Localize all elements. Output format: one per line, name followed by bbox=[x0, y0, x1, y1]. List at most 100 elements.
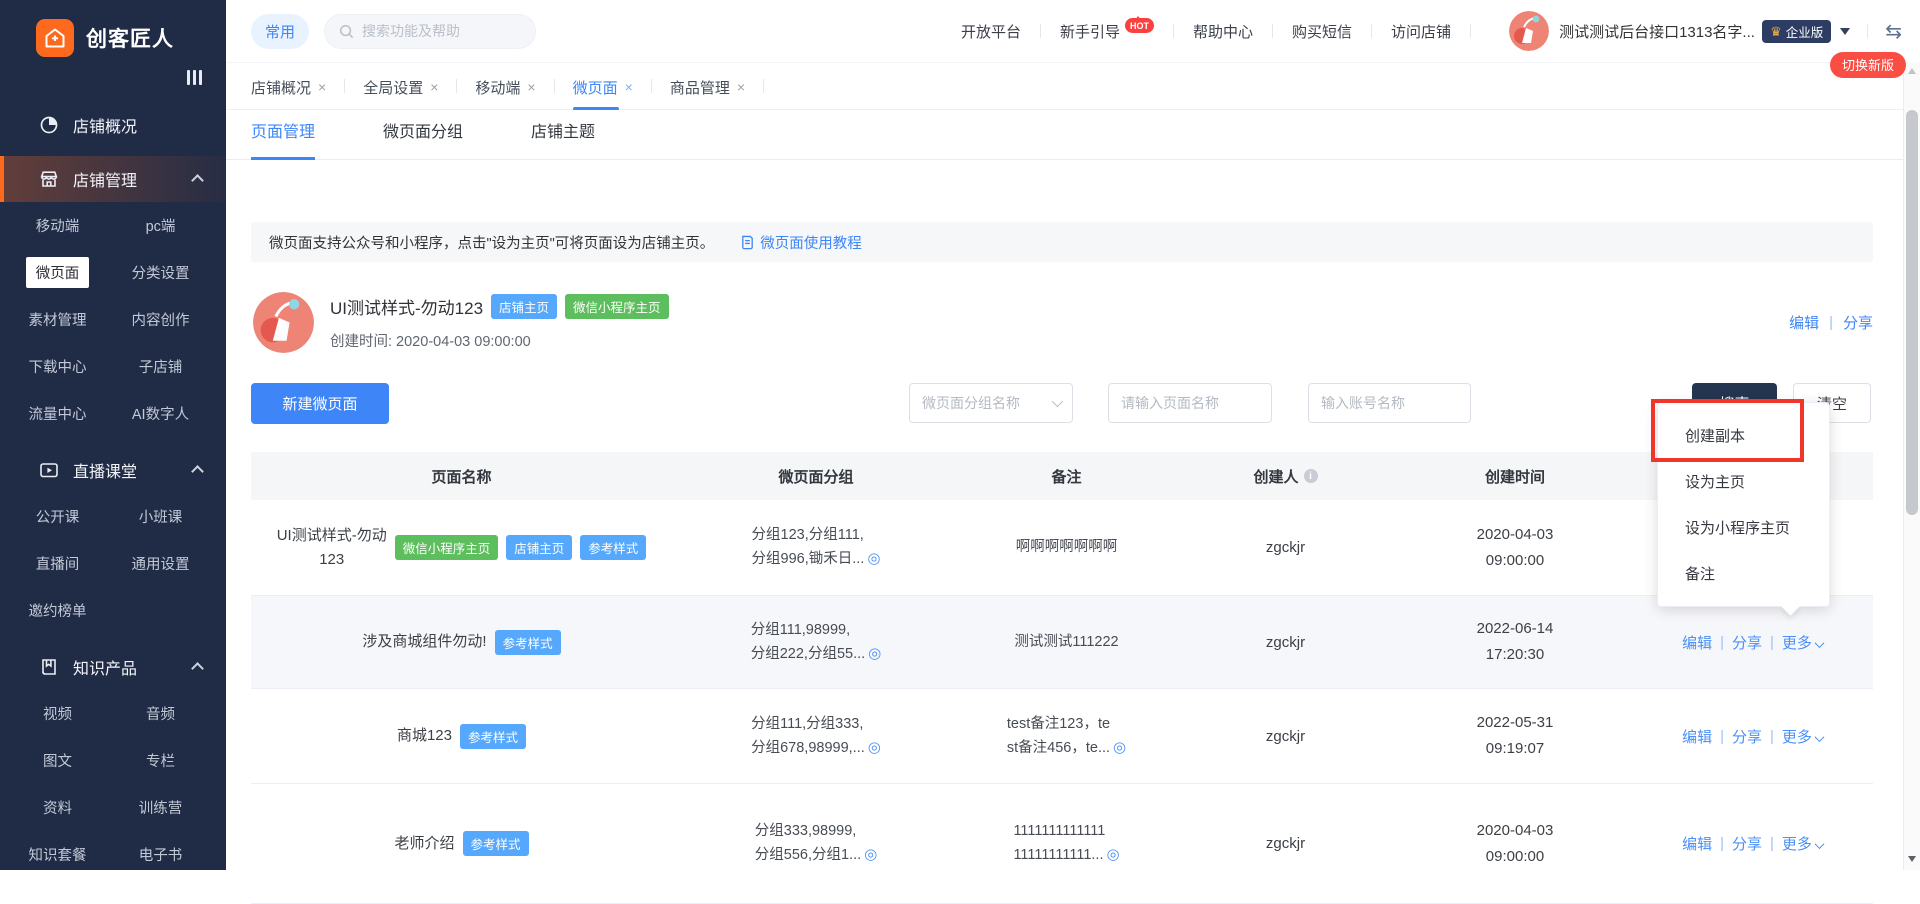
subtab-1[interactable]: 微页面分组 bbox=[383, 118, 463, 160]
collapse-sidebar-icon[interactable] bbox=[0, 60, 226, 94]
sidebar-group-1[interactable]: 店铺管理 bbox=[0, 156, 226, 202]
user-avatar[interactable] bbox=[1509, 11, 1549, 51]
search-input[interactable] bbox=[362, 23, 512, 39]
share-link[interactable]: 分享 bbox=[1732, 726, 1762, 747]
sidebar-group-3[interactable]: 知识产品 bbox=[0, 644, 226, 690]
sidebar-subitem[interactable]: 音频 bbox=[109, 690, 212, 737]
view-icon[interactable]: ◎ bbox=[867, 550, 880, 567]
tab-1[interactable]: 全局设置 × bbox=[363, 63, 438, 109]
chevron-down-icon[interactable] bbox=[1840, 28, 1850, 35]
chevron-up-icon[interactable] bbox=[191, 174, 204, 187]
scroll-down-arrow-icon[interactable] bbox=[1908, 856, 1916, 862]
sidebar-subitem[interactable]: pc端 bbox=[109, 202, 212, 249]
topbar-link-4[interactable]: 访问店铺 bbox=[1391, 21, 1451, 42]
page-root: 创客匠人 店铺概况店铺管理移动端pc端微页面分类设置素材管理内容创作下载中心子店… bbox=[0, 0, 1920, 870]
column-header-label: 创建人 bbox=[1253, 466, 1298, 487]
view-icon[interactable]: ◎ bbox=[864, 846, 877, 863]
more-link[interactable]: 更多 bbox=[1782, 726, 1823, 747]
sidebar-subitem[interactable]: 微页面 bbox=[6, 249, 109, 296]
share-homepage-link[interactable]: 分享 bbox=[1843, 312, 1873, 333]
sidebar-submenu: 视频音频图文专栏资料训练营知识套餐电子书 bbox=[0, 690, 226, 880]
pie-chart-icon bbox=[38, 114, 60, 136]
view-icon[interactable]: ◎ bbox=[868, 739, 881, 756]
tab-3[interactable]: 微页面× bbox=[573, 63, 633, 109]
close-icon[interactable]: × bbox=[625, 79, 633, 95]
menu-item-3[interactable]: 备注 bbox=[1658, 550, 1829, 596]
edit-link[interactable]: 编辑 bbox=[1682, 833, 1712, 854]
sidebar-subitem[interactable]: 专栏 bbox=[109, 737, 212, 784]
sidebar-subitem[interactable]: 子店铺 bbox=[109, 343, 212, 390]
sidebar-subitem[interactable]: 视频 bbox=[6, 690, 109, 737]
scroll-up-arrow-icon[interactable] bbox=[1908, 68, 1916, 74]
group-filter-select[interactable]: 微页面分组名称 bbox=[909, 383, 1073, 423]
sidebar-subitem[interactable]: 知识套餐 bbox=[6, 831, 109, 878]
user-menu[interactable]: 测试测试后台接口1313名字... ♛ 企业版 bbox=[1509, 11, 1850, 51]
tutorial-link[interactable]: 微页面使用教程 bbox=[740, 232, 862, 253]
switch-account-icon[interactable]: ⇆ bbox=[1885, 19, 1902, 44]
tab-2[interactable]: 移动端× bbox=[475, 63, 535, 109]
table-header: 页面名称微页面分组备注创建人i创建时间操作 bbox=[251, 452, 1873, 500]
sidebar-subitem[interactable]: 公开课 bbox=[6, 493, 109, 540]
menu-item-0[interactable]: 创建副本 bbox=[1658, 412, 1829, 458]
sidebar-subitem[interactable]: 资料 bbox=[6, 784, 109, 831]
share-link[interactable]: 分享 bbox=[1732, 833, 1762, 854]
subtab-2[interactable]: 店铺主题 bbox=[531, 118, 595, 160]
sidebar-subitem[interactable]: 邀约榜单 bbox=[6, 587, 109, 634]
cell-note: 111111111111111111111111...◎ bbox=[960, 820, 1173, 867]
scrollbar[interactable] bbox=[1903, 62, 1920, 870]
switch-new-version-button[interactable]: 切换新版 bbox=[1830, 52, 1906, 78]
quick-access-tab[interactable]: 常用 bbox=[251, 14, 309, 49]
sidebar-subitem[interactable]: 小班课 bbox=[109, 493, 212, 540]
group-line: 分组333,98999, bbox=[755, 820, 877, 843]
chevron-up-icon[interactable] bbox=[191, 465, 204, 478]
divider bbox=[1371, 24, 1372, 38]
divider bbox=[651, 79, 652, 93]
menu-item-2[interactable]: 设为小程序主页 bbox=[1658, 504, 1829, 550]
sidebar-subitem[interactable]: 内容创作 bbox=[109, 296, 212, 343]
create-micropage-button[interactable]: 新建微页面 bbox=[251, 383, 389, 424]
more-link[interactable]: 更多 bbox=[1782, 833, 1823, 854]
close-icon[interactable]: × bbox=[318, 79, 326, 95]
close-icon[interactable]: × bbox=[527, 79, 535, 95]
sidebar-subitem[interactable]: 移动端 bbox=[6, 202, 109, 249]
chevron-up-icon[interactable] bbox=[191, 662, 204, 675]
sidebar-subitem[interactable]: AI数字人 bbox=[109, 390, 212, 437]
sidebar-subitem[interactable]: 素材管理 bbox=[6, 296, 109, 343]
sidebar-subitem[interactable]: 直播间 bbox=[6, 540, 109, 587]
close-icon[interactable]: × bbox=[430, 79, 438, 95]
sidebar-subitem[interactable]: 通用设置 bbox=[109, 540, 212, 587]
edit-homepage-link[interactable]: 编辑 bbox=[1789, 312, 1819, 333]
user-name[interactable]: 测试测试后台接口1313名字... bbox=[1559, 21, 1754, 42]
sidebar-group-2[interactable]: 直播课堂 bbox=[0, 447, 226, 493]
sidebar-subitem[interactable]: 下载中心 bbox=[6, 343, 109, 390]
edit-link[interactable]: 编辑 bbox=[1682, 632, 1712, 653]
more-link[interactable]: 更多 bbox=[1782, 632, 1823, 653]
sidebar-subitem[interactable]: 图文 bbox=[6, 737, 109, 784]
share-link[interactable]: 分享 bbox=[1732, 632, 1762, 653]
account-name-input[interactable] bbox=[1308, 383, 1471, 423]
topbar-link-3[interactable]: 购买短信 bbox=[1292, 21, 1352, 42]
scrollbar-thumb[interactable] bbox=[1906, 110, 1918, 515]
global-search[interactable] bbox=[324, 14, 536, 49]
view-icon[interactable]: ◎ bbox=[1113, 739, 1126, 756]
topbar-link-1[interactable]: 新手引导HOT bbox=[1060, 21, 1154, 42]
tab-4[interactable]: 商品管理× bbox=[670, 63, 745, 109]
topbar-link-0[interactable]: 开放平台 bbox=[961, 21, 1021, 42]
sidebar-subitem[interactable]: 训练营 bbox=[109, 784, 212, 831]
tab-label: 全局设置 bbox=[363, 77, 423, 98]
menu-item-1[interactable]: 设为主页 bbox=[1658, 458, 1829, 504]
topbar-link-2[interactable]: 帮助中心 bbox=[1193, 21, 1253, 42]
sidebar-item-0[interactable]: 店铺概况 bbox=[0, 102, 226, 148]
info-icon[interactable]: i bbox=[1304, 469, 1318, 483]
view-icon[interactable]: ◎ bbox=[868, 645, 881, 662]
sidebar-subitem[interactable]: 电子书 bbox=[109, 831, 212, 878]
sidebar-subitem[interactable]: 分类设置 bbox=[109, 249, 212, 296]
sidebar-subitem[interactable]: 流量中心 bbox=[6, 390, 109, 437]
subtab-0[interactable]: 页面管理 bbox=[251, 118, 315, 160]
page-name-input[interactable] bbox=[1108, 383, 1272, 423]
edit-link[interactable]: 编辑 bbox=[1682, 726, 1712, 747]
view-icon[interactable]: ◎ bbox=[1106, 846, 1119, 863]
tab-0[interactable]: 店铺概况× bbox=[251, 63, 326, 109]
close-icon[interactable]: × bbox=[737, 79, 745, 95]
column-header-4: 创建时间 bbox=[1398, 466, 1632, 487]
